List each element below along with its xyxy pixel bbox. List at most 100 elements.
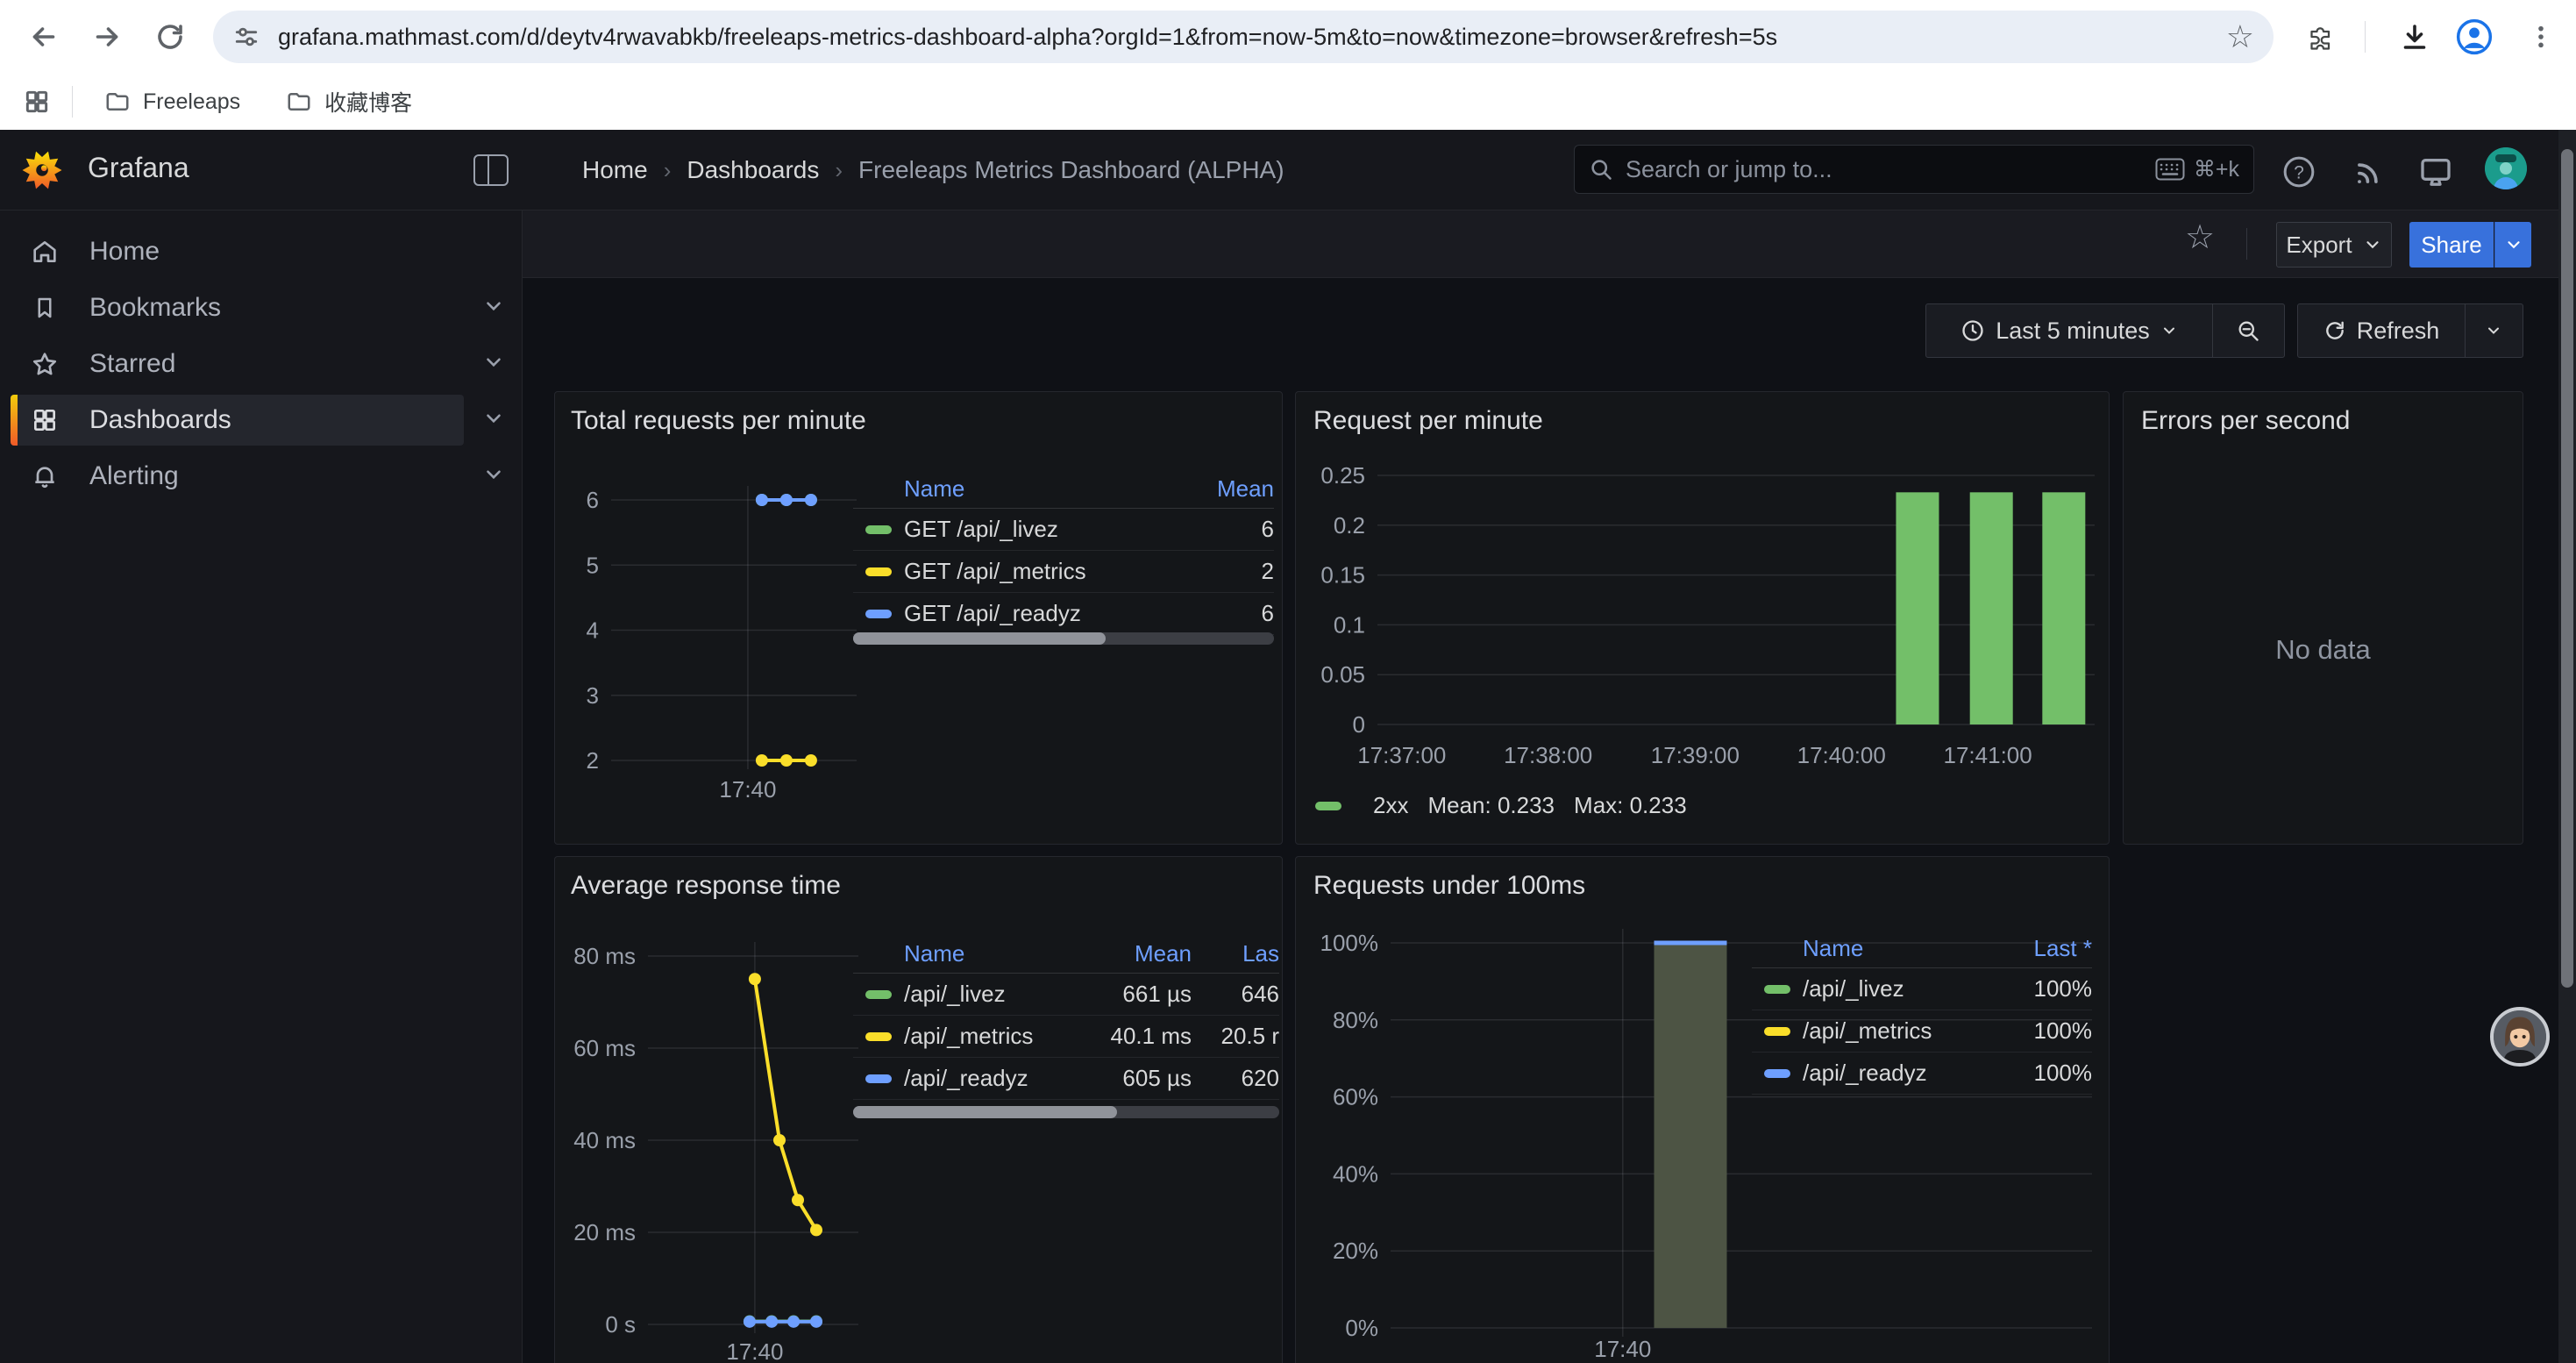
refresh-interval-dropdown[interactable] bbox=[2465, 304, 2522, 357]
legend-row[interactable]: GET /api/_livez 6 bbox=[853, 509, 1274, 551]
reload-icon[interactable] bbox=[151, 18, 189, 56]
series-swatch bbox=[865, 525, 892, 534]
zoom-out-button[interactable] bbox=[2212, 304, 2283, 357]
search-input[interactable]: Search or jump to... ⌘+k bbox=[1574, 145, 2254, 194]
chevron-down-icon[interactable] bbox=[482, 295, 505, 318]
legend-scrollbar[interactable] bbox=[853, 632, 1274, 645]
bookmark-folder-freeleaps[interactable]: Freeleaps bbox=[89, 82, 256, 122]
legend-row[interactable]: /api/_livez 100% bbox=[1752, 968, 2092, 1010]
svg-text:20%: 20% bbox=[1333, 1238, 1378, 1264]
sidebar-item-dashboards[interactable]: Dashboards bbox=[11, 395, 464, 446]
legend-row[interactable]: GET /api/_metrics 2 bbox=[853, 551, 1274, 593]
monitor-icon[interactable] bbox=[2416, 153, 2455, 191]
profile-icon[interactable] bbox=[2455, 18, 2494, 56]
series-last: 620 bbox=[1192, 1065, 1279, 1092]
legend-row[interactable]: /api/_readyz 100% bbox=[1752, 1053, 2092, 1095]
chevron-down-icon[interactable] bbox=[482, 407, 505, 430]
site-settings-icon[interactable] bbox=[232, 23, 260, 51]
legend-row[interactable]: GET /api/_readyz 6 bbox=[853, 593, 1274, 635]
svg-text:0.15: 0.15 bbox=[1320, 562, 1365, 589]
menu-kebab-icon[interactable] bbox=[2522, 18, 2560, 56]
grafana-logo-icon[interactable] bbox=[21, 149, 63, 191]
forward-icon[interactable] bbox=[88, 18, 126, 56]
help-icon[interactable]: ? bbox=[2280, 153, 2318, 191]
extensions-icon[interactable] bbox=[2302, 18, 2340, 56]
user-avatar[interactable] bbox=[2485, 147, 2527, 189]
legend-header-last[interactable]: Last * bbox=[1987, 935, 2092, 962]
legend-header-last[interactable]: Las bbox=[1192, 940, 1279, 967]
panel-title[interactable]: Average response time bbox=[571, 871, 841, 901]
time-controls-group: Last 5 minutes bbox=[1925, 303, 2285, 358]
legend-header-name[interactable]: Name bbox=[904, 940, 1069, 967]
series-name: GET /api/_metrics bbox=[904, 558, 1178, 585]
download-icon[interactable] bbox=[2395, 18, 2434, 56]
home-icon bbox=[30, 237, 60, 267]
legend-row[interactable]: /api/_metrics 40.1 ms 20.5 r bbox=[853, 1016, 1279, 1058]
panel-title[interactable]: Request per minute bbox=[1313, 406, 1543, 436]
bell-icon bbox=[30, 461, 60, 491]
panel-average-response-time: Average response time 80 ms60 ms40 ms20 … bbox=[554, 856, 1283, 1363]
grafana-brand[interactable]: Grafana bbox=[88, 152, 189, 184]
sidebar-item-label: Home bbox=[89, 237, 464, 267]
breadcrumb-dashboards[interactable]: Dashboards bbox=[687, 156, 819, 184]
sidebar-item-home[interactable]: Home bbox=[11, 226, 464, 277]
news-rss-icon[interactable] bbox=[2350, 153, 2388, 191]
legend-row[interactable]: /api/_metrics 100% bbox=[1752, 1010, 2092, 1053]
legend-header-name[interactable]: Name bbox=[1803, 935, 1987, 962]
refresh-button[interactable]: Refresh bbox=[2298, 304, 2465, 357]
screen: grafana.mathmast.com/d/deytv4rwavabkb/fr… bbox=[0, 0, 2576, 1363]
svg-text:17:40: 17:40 bbox=[726, 1338, 783, 1363]
legend-header: Name Mean bbox=[853, 469, 1274, 509]
nav-sidebar: Home Bookmarks Starred Dashboards Alerti… bbox=[0, 211, 523, 1363]
legend-header-mean[interactable]: Mean bbox=[1069, 940, 1192, 967]
legend-scrollbar[interactable] bbox=[853, 1106, 1279, 1118]
sidebar-item-starred[interactable]: Starred bbox=[11, 339, 464, 389]
grafana-header: Grafana Home › Dashboards › Freeleaps Me… bbox=[0, 130, 2576, 211]
bookmark-star-icon[interactable]: ☆ bbox=[2226, 21, 2254, 53]
apps-grid-icon[interactable] bbox=[23, 88, 51, 116]
export-button[interactable]: Export bbox=[2276, 222, 2392, 268]
assistant-avatar[interactable] bbox=[2490, 1007, 2550, 1067]
svg-text:0 s: 0 s bbox=[605, 1311, 636, 1338]
url-text[interactable]: grafana.mathmast.com/d/deytv4rwavabkb/fr… bbox=[278, 24, 2216, 51]
sidebar-toggle-icon[interactable] bbox=[473, 154, 509, 186]
legend-table: Name Last * /api/_livez 100% /api/_metri… bbox=[1752, 929, 2092, 1095]
refresh-group: Refresh bbox=[2297, 303, 2523, 358]
total-requests-chart: 6543217:40 bbox=[562, 466, 869, 810]
series-name: /api/_metrics bbox=[904, 1023, 1069, 1050]
series-mean: 6 bbox=[1178, 600, 1274, 627]
breadcrumb-home[interactable]: Home bbox=[582, 156, 648, 184]
back-icon[interactable] bbox=[25, 18, 63, 56]
time-range-label: Last 5 minutes bbox=[1996, 318, 2150, 345]
legend-inline[interactable]: 2xx Mean: 0.233 Max: 0.233 bbox=[1315, 792, 1687, 819]
panel-requests-under-100ms: Requests under 100ms 100%80%60%40%20%0%1… bbox=[1295, 856, 2110, 1363]
star-icon bbox=[30, 349, 60, 379]
series-mean: 2 bbox=[1178, 558, 1274, 585]
bookmark-folder-blogs[interactable]: 收藏博客 bbox=[270, 79, 428, 125]
series-swatch bbox=[1764, 1069, 1790, 1078]
legend-row[interactable]: /api/_readyz 605 µs 620 bbox=[853, 1058, 1279, 1100]
panel-title[interactable]: Requests under 100ms bbox=[1313, 871, 1585, 901]
series-max: Max: 0.233 bbox=[1574, 792, 1687, 819]
series-last: 646 bbox=[1192, 981, 1279, 1008]
page-scrollbar[interactable] bbox=[2558, 130, 2576, 1363]
toolbar-divider bbox=[2246, 228, 2247, 260]
legend-header-mean[interactable]: Mean bbox=[1178, 475, 1274, 503]
address-bar[interactable]: grafana.mathmast.com/d/deytv4rwavabkb/fr… bbox=[213, 11, 2274, 63]
share-dropdown-button[interactable] bbox=[2494, 222, 2531, 268]
legend-header-name[interactable]: Name bbox=[904, 475, 1178, 503]
legend-row[interactable]: /api/_livez 661 µs 646 bbox=[853, 974, 1279, 1016]
chevron-down-icon[interactable] bbox=[482, 463, 505, 486]
sidebar-item-alerting[interactable]: Alerting bbox=[11, 451, 464, 502]
time-range-picker[interactable]: Last 5 minutes bbox=[1926, 304, 2212, 357]
favorite-star-icon[interactable]: ☆ bbox=[2185, 221, 2215, 254]
panel-title[interactable]: Total requests per minute bbox=[571, 406, 866, 436]
panel-title[interactable]: Errors per second bbox=[2141, 406, 2350, 436]
keyboard-icon bbox=[2155, 158, 2185, 181]
share-button[interactable]: Share bbox=[2409, 222, 2494, 268]
sidebar-item-bookmarks[interactable]: Bookmarks bbox=[11, 282, 464, 333]
svg-text:40 ms: 40 ms bbox=[573, 1127, 636, 1153]
svg-text:100%: 100% bbox=[1320, 930, 1379, 956]
scrollbar-thumb[interactable] bbox=[2561, 149, 2573, 988]
chevron-down-icon[interactable] bbox=[482, 351, 505, 374]
